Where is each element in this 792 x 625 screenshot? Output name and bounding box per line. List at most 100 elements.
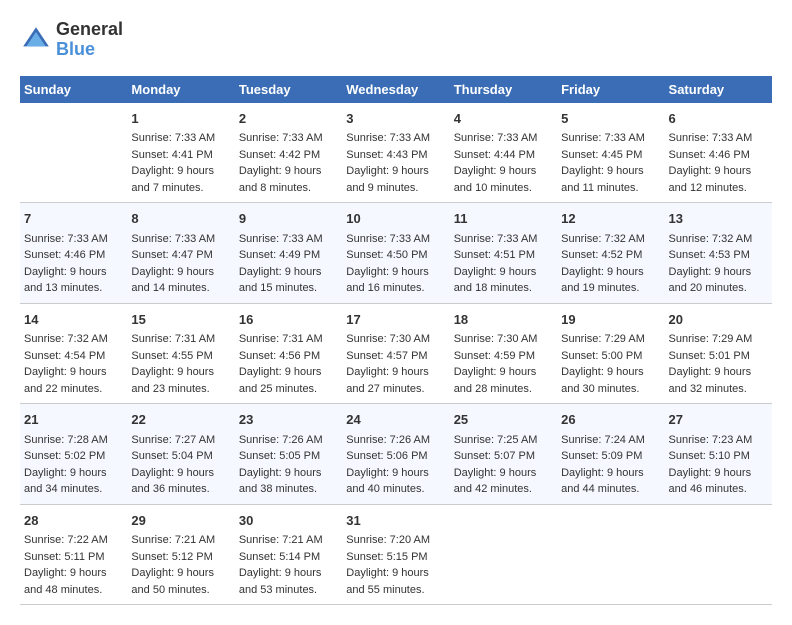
day-number: 3 xyxy=(346,109,445,129)
calendar-cell: 8Sunrise: 7:33 AMSunset: 4:47 PMDaylight… xyxy=(127,203,234,304)
calendar-table: SundayMondayTuesdayWednesdayThursdayFrid… xyxy=(20,76,772,606)
cell-content-line: Sunset: 5:09 PM xyxy=(561,448,660,465)
cell-content-line: Daylight: 9 hours xyxy=(454,264,553,281)
cell-content-line: Daylight: 9 hours xyxy=(454,465,553,482)
calendar-cell: 2Sunrise: 7:33 AMSunset: 4:42 PMDaylight… xyxy=(235,103,342,203)
cell-content-line: and 23 minutes. xyxy=(131,381,230,398)
calendar-week-4: 21Sunrise: 7:28 AMSunset: 5:02 PMDayligh… xyxy=(20,404,772,505)
calendar-cell: 27Sunrise: 7:23 AMSunset: 5:10 PMDayligh… xyxy=(665,404,772,505)
cell-content-line: Sunset: 4:47 PM xyxy=(131,247,230,264)
calendar-cell: 6Sunrise: 7:33 AMSunset: 4:46 PMDaylight… xyxy=(665,103,772,203)
day-number: 6 xyxy=(669,109,768,129)
cell-content-line: Sunset: 4:53 PM xyxy=(669,247,768,264)
cell-content-line: Sunset: 4:45 PM xyxy=(561,147,660,164)
calendar-cell: 22Sunrise: 7:27 AMSunset: 5:04 PMDayligh… xyxy=(127,404,234,505)
cell-content-line: Daylight: 9 hours xyxy=(346,565,445,582)
calendar-week-3: 14Sunrise: 7:32 AMSunset: 4:54 PMDayligh… xyxy=(20,303,772,404)
cell-content-line: Sunset: 4:49 PM xyxy=(239,247,338,264)
cell-content-line: Sunset: 4:57 PM xyxy=(346,348,445,365)
calendar-cell: 30Sunrise: 7:21 AMSunset: 5:14 PMDayligh… xyxy=(235,504,342,605)
day-number: 27 xyxy=(669,410,768,430)
cell-content-line: and 27 minutes. xyxy=(346,381,445,398)
cell-content-line: and 18 minutes. xyxy=(454,280,553,297)
cell-content-line: Daylight: 9 hours xyxy=(561,264,660,281)
calendar-cell: 16Sunrise: 7:31 AMSunset: 4:56 PMDayligh… xyxy=(235,303,342,404)
cell-content-line: Daylight: 9 hours xyxy=(24,465,123,482)
day-number: 14 xyxy=(24,310,123,330)
cell-content-line: Sunrise: 7:24 AM xyxy=(561,432,660,449)
day-number: 15 xyxy=(131,310,230,330)
day-number: 22 xyxy=(131,410,230,430)
cell-content-line: Sunrise: 7:33 AM xyxy=(131,231,230,248)
cell-content-line: Daylight: 9 hours xyxy=(239,465,338,482)
day-number: 24 xyxy=(346,410,445,430)
day-number: 19 xyxy=(561,310,660,330)
cell-content-line: Sunset: 5:05 PM xyxy=(239,448,338,465)
logo-icon xyxy=(20,24,52,56)
cell-content-line: and 19 minutes. xyxy=(561,280,660,297)
calendar-cell: 23Sunrise: 7:26 AMSunset: 5:05 PMDayligh… xyxy=(235,404,342,505)
header-day-friday: Friday xyxy=(557,76,664,103)
cell-content-line: and 20 minutes. xyxy=(669,280,768,297)
calendar-cell: 26Sunrise: 7:24 AMSunset: 5:09 PMDayligh… xyxy=(557,404,664,505)
cell-content-line: Sunrise: 7:23 AM xyxy=(669,432,768,449)
calendar-cell xyxy=(20,103,127,203)
calendar-cell: 29Sunrise: 7:21 AMSunset: 5:12 PMDayligh… xyxy=(127,504,234,605)
day-number: 23 xyxy=(239,410,338,430)
calendar-week-5: 28Sunrise: 7:22 AMSunset: 5:11 PMDayligh… xyxy=(20,504,772,605)
cell-content-line: and 48 minutes. xyxy=(24,582,123,599)
cell-content-line: Sunset: 5:01 PM xyxy=(669,348,768,365)
calendar-cell: 3Sunrise: 7:33 AMSunset: 4:43 PMDaylight… xyxy=(342,103,449,203)
cell-content-line: and 16 minutes. xyxy=(346,280,445,297)
cell-content-line: Sunset: 4:41 PM xyxy=(131,147,230,164)
cell-content-line: Sunrise: 7:30 AM xyxy=(454,331,553,348)
cell-content-line: and 46 minutes. xyxy=(669,481,768,498)
cell-content-line: Daylight: 9 hours xyxy=(239,364,338,381)
cell-content-line: and 14 minutes. xyxy=(131,280,230,297)
cell-content-line: and 15 minutes. xyxy=(239,280,338,297)
cell-content-line: Sunset: 4:54 PM xyxy=(24,348,123,365)
cell-content-line: Sunset: 5:07 PM xyxy=(454,448,553,465)
cell-content-line: Sunrise: 7:33 AM xyxy=(131,130,230,147)
cell-content-line: Daylight: 9 hours xyxy=(346,264,445,281)
cell-content-line: Daylight: 9 hours xyxy=(669,364,768,381)
calendar-cell xyxy=(665,504,772,605)
cell-content-line: Sunset: 4:43 PM xyxy=(346,147,445,164)
calendar-cell: 4Sunrise: 7:33 AMSunset: 4:44 PMDaylight… xyxy=(450,103,557,203)
calendar-cell: 31Sunrise: 7:20 AMSunset: 5:15 PMDayligh… xyxy=(342,504,449,605)
cell-content-line: and 34 minutes. xyxy=(24,481,123,498)
cell-content-line: Sunrise: 7:29 AM xyxy=(669,331,768,348)
cell-content-line: Sunrise: 7:33 AM xyxy=(346,130,445,147)
cell-content-line: Sunrise: 7:33 AM xyxy=(346,231,445,248)
day-number: 30 xyxy=(239,511,338,531)
day-number: 20 xyxy=(669,310,768,330)
day-number: 5 xyxy=(561,109,660,129)
cell-content-line: Daylight: 9 hours xyxy=(239,565,338,582)
day-number: 8 xyxy=(131,209,230,229)
cell-content-line: Sunrise: 7:22 AM xyxy=(24,532,123,549)
cell-content-line: Sunrise: 7:29 AM xyxy=(561,331,660,348)
cell-content-line: Daylight: 9 hours xyxy=(24,364,123,381)
header-day-sunday: Sunday xyxy=(20,76,127,103)
cell-content-line: Daylight: 9 hours xyxy=(669,264,768,281)
header-day-tuesday: Tuesday xyxy=(235,76,342,103)
cell-content-line: Daylight: 9 hours xyxy=(24,565,123,582)
day-number: 2 xyxy=(239,109,338,129)
calendar-cell: 11Sunrise: 7:33 AMSunset: 4:51 PMDayligh… xyxy=(450,203,557,304)
calendar-cell xyxy=(557,504,664,605)
calendar-cell: 19Sunrise: 7:29 AMSunset: 5:00 PMDayligh… xyxy=(557,303,664,404)
cell-content-line: Sunset: 4:56 PM xyxy=(239,348,338,365)
day-number: 13 xyxy=(669,209,768,229)
cell-content-line: Sunset: 4:55 PM xyxy=(131,348,230,365)
logo: General Blue xyxy=(20,20,123,60)
cell-content-line: Sunrise: 7:31 AM xyxy=(239,331,338,348)
day-number: 25 xyxy=(454,410,553,430)
cell-content-line: Sunset: 4:50 PM xyxy=(346,247,445,264)
cell-content-line: Sunrise: 7:32 AM xyxy=(561,231,660,248)
header-day-wednesday: Wednesday xyxy=(342,76,449,103)
cell-content-line: and 36 minutes. xyxy=(131,481,230,498)
cell-content-line: Daylight: 9 hours xyxy=(561,163,660,180)
cell-content-line: Sunrise: 7:33 AM xyxy=(454,231,553,248)
cell-content-line: and 28 minutes. xyxy=(454,381,553,398)
calendar-cell: 18Sunrise: 7:30 AMSunset: 4:59 PMDayligh… xyxy=(450,303,557,404)
